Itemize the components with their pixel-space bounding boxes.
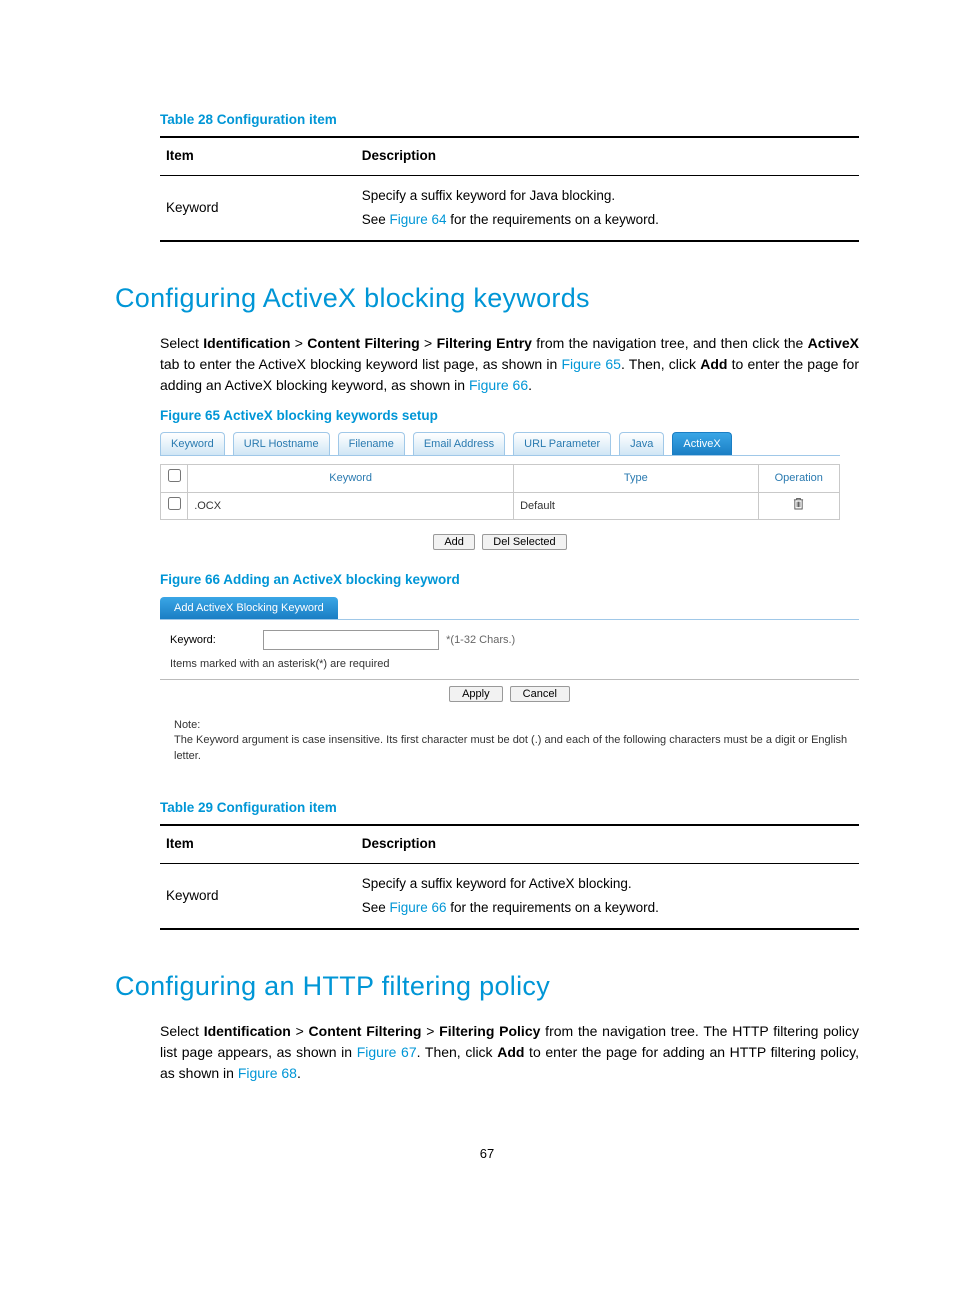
table28: Item Description Keyword Specify a suffi…	[160, 136, 859, 242]
table29-row-desc: Specify a suffix keyword for ActiveX blo…	[356, 863, 859, 929]
tab-url-parameter[interactable]: URL Parameter	[513, 432, 611, 456]
link-figure67[interactable]: Figure 67	[357, 1044, 417, 1060]
trash-icon[interactable]	[793, 501, 804, 513]
figure66: Add ActiveX Blocking Keyword Keyword: *(…	[160, 597, 859, 765]
link-figure65[interactable]: Figure 65	[561, 356, 620, 372]
link-figure66-b[interactable]: Figure 66	[390, 900, 447, 915]
link-figure64[interactable]: Figure 64	[390, 212, 447, 227]
cell-type: Default	[514, 492, 758, 520]
keyword-label: Keyword:	[170, 632, 260, 649]
tab-java[interactable]: Java	[619, 432, 664, 456]
figure66-note: Note: The Keyword argument is case insen…	[174, 718, 859, 764]
note-body: The Keyword argument is case insensitive…	[174, 733, 859, 764]
tab-url-hostname[interactable]: URL Hostname	[233, 432, 330, 456]
add-button[interactable]: Add	[433, 534, 475, 550]
table29: Item Description Keyword Specify a suffi…	[160, 824, 859, 930]
heading-activex: Configuring ActiveX blocking keywords	[115, 278, 859, 319]
link-figure66[interactable]: Figure 66	[469, 377, 528, 393]
figure65-caption: Figure 65 ActiveX blocking keywords setu…	[160, 406, 859, 426]
table28-desc-line1: Specify a suffix keyword for Java blocki…	[362, 186, 853, 206]
table-row: .OCX Default	[161, 492, 840, 520]
cancel-button[interactable]: Cancel	[510, 686, 570, 702]
figure65-table: Keyword Type Operation .OCX Default	[160, 464, 840, 520]
tab-keyword[interactable]: Keyword	[160, 432, 225, 456]
section1-para: Select Identification > Content Filterin…	[160, 333, 859, 396]
table29-desc-line1: Specify a suffix keyword for ActiveX blo…	[362, 874, 853, 894]
tab-filename[interactable]: Filename	[338, 432, 405, 456]
link-figure68[interactable]: Figure 68	[238, 1065, 297, 1081]
apply-button[interactable]: Apply	[449, 686, 503, 702]
figure66-bar: Add ActiveX Blocking Keyword	[160, 597, 338, 620]
table28-caption: Table 28 Configuration item	[160, 110, 859, 130]
select-all-checkbox[interactable]	[168, 469, 181, 482]
col-select-all[interactable]	[161, 465, 188, 493]
del-selected-button[interactable]: Del Selected	[482, 534, 566, 550]
heading-http-filtering: Configuring an HTTP filtering policy	[115, 966, 859, 1007]
page-number: 67	[115, 1144, 859, 1164]
col-operation: Operation	[758, 465, 839, 493]
table29-caption: Table 29 Configuration item	[160, 798, 859, 818]
table29-head-desc: Description	[356, 825, 859, 863]
figure65: Keyword URL Hostname Filename Email Addr…	[160, 432, 840, 551]
table28-desc-line2: See Figure 64 for the requirements on a …	[362, 210, 853, 230]
keyword-input[interactable]	[263, 630, 439, 650]
section2-para: Select Identification > Content Filterin…	[160, 1021, 859, 1084]
tab-email-address[interactable]: Email Address	[413, 432, 505, 456]
table29-row-item: Keyword	[160, 863, 356, 929]
cell-keyword: .OCX	[188, 492, 514, 520]
note-label: Note:	[174, 718, 859, 733]
table29-desc-line2: See Figure 66 for the requirements on a …	[362, 898, 853, 918]
figure65-tabs: Keyword URL Hostname Filename Email Addr…	[160, 432, 840, 457]
table29-head-item: Item	[160, 825, 356, 863]
table28-head-desc: Description	[356, 137, 859, 175]
required-note: Items marked with an asterisk(*) are req…	[160, 654, 859, 680]
row-checkbox[interactable]	[168, 497, 181, 510]
keyword-hint: *(1-32 Chars.)	[446, 634, 515, 646]
table28-row-desc: Specify a suffix keyword for Java blocki…	[356, 175, 859, 241]
col-type: Type	[514, 465, 758, 493]
table28-row-item: Keyword	[160, 175, 356, 241]
figure66-caption: Figure 66 Adding an ActiveX blocking key…	[160, 570, 859, 590]
col-keyword: Keyword	[188, 465, 514, 493]
tab-activex[interactable]: ActiveX	[672, 432, 731, 456]
table28-head-item: Item	[160, 137, 356, 175]
